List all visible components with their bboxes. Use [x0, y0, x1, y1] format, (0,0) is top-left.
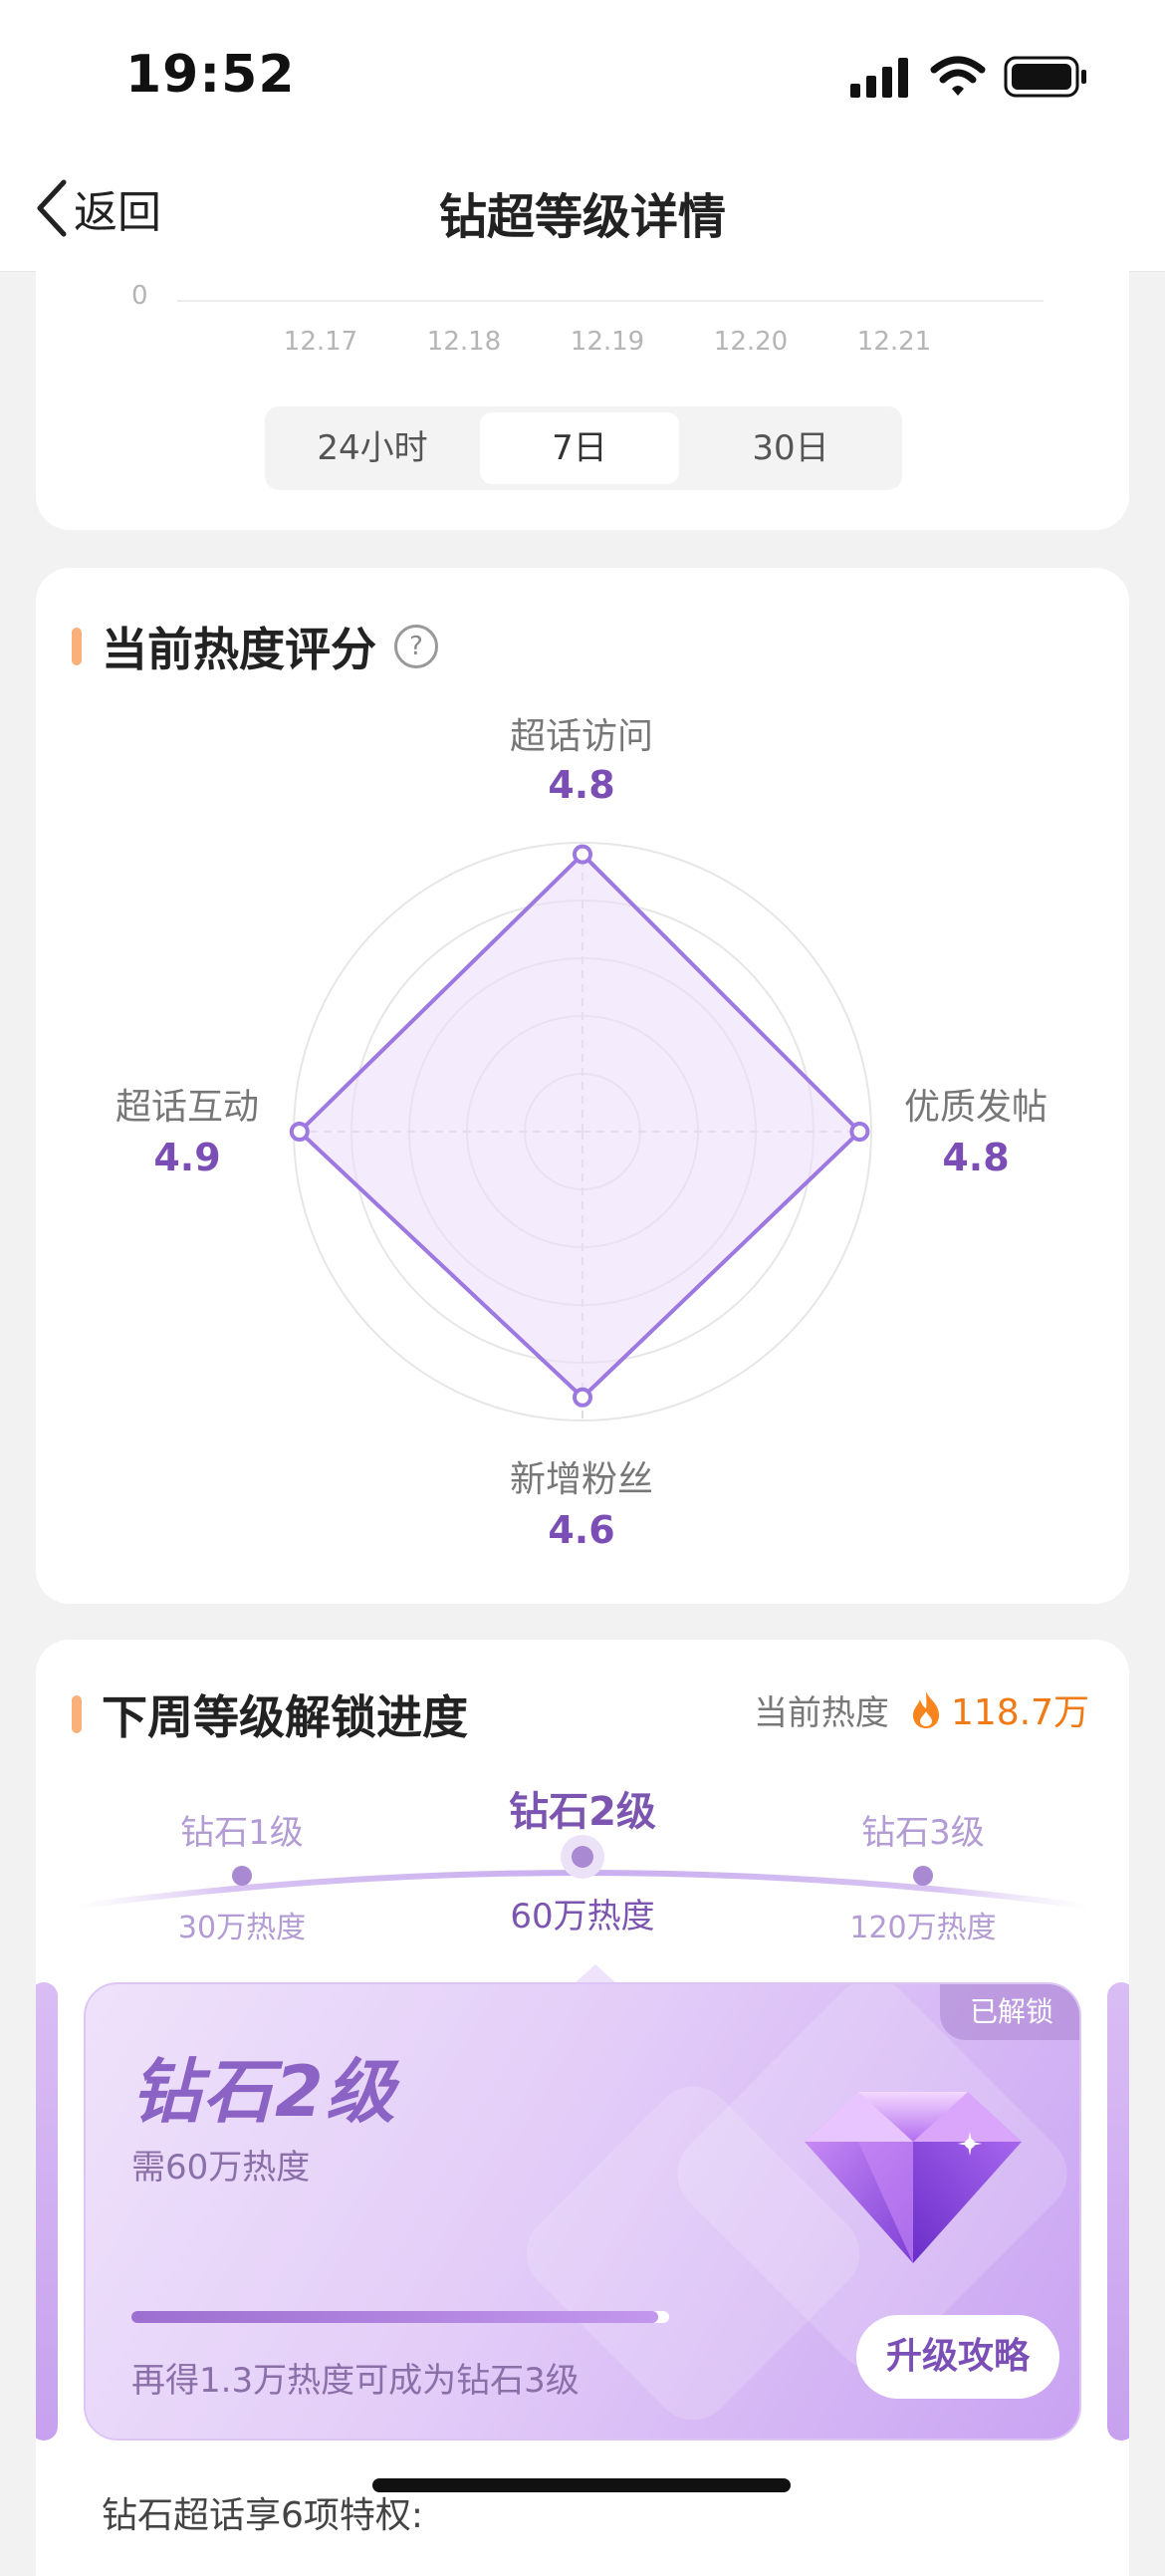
radar-value-fans: 4.6 — [548, 1508, 615, 1552]
card-level-requirement: 需60万热度 — [131, 2148, 311, 2188]
x-axis-line — [177, 300, 1044, 302]
level-card-pointer — [574, 1964, 617, 1984]
next-level-card[interactable] — [1107, 1982, 1129, 2441]
level-dot-current — [572, 1846, 593, 1868]
level-card: 已解锁 钻石2级 需60万热度 再得1.3万热度可成为钻石3级 升级攻略 — [84, 1982, 1081, 2441]
privileges-title: 钻石超话享6项特权: — [102, 2495, 424, 2536]
radar-label-posts: 优质发帖 — [903, 1087, 1048, 1128]
level-dot — [232, 1866, 252, 1886]
x-tick-label: 12.21 — [856, 327, 932, 357]
radar-series-area — [297, 852, 862, 1400]
radar-value-interaction: 4.9 — [153, 1136, 221, 1179]
heat-score-card: 当前热度评分 ? 超话访问 4.8 优质发帖 4.8 新增粉丝 4.6 超话互动… — [36, 568, 1129, 1604]
status-time: 19:52 — [125, 45, 296, 105]
x-tick-label: 12.20 — [713, 327, 789, 357]
level-name-1[interactable]: 钻石1级 — [122, 1805, 361, 1854]
level-progress-text: 再得1.3万热度可成为钻石3级 — [131, 2361, 580, 2401]
wifi-icon — [930, 56, 986, 96]
page-title: 钻超等级详情 — [438, 189, 726, 245]
x-tick-label: 12.19 — [570, 327, 645, 357]
radar-label-visits: 超话访问 — [509, 716, 653, 757]
radar-point-2 — [573, 1387, 592, 1408]
level-progress-fill — [131, 2311, 659, 2323]
home-indicator — [372, 2478, 791, 2492]
level-name-2[interactable]: 钻石2级 — [463, 1779, 702, 1837]
x-tick-label: 12.17 — [283, 327, 358, 357]
radar-value-visits: 4.8 — [548, 763, 615, 807]
range-tab-group: 24小时 7日 30日 — [265, 406, 902, 490]
x-tick-label: 12.18 — [426, 327, 502, 357]
level-dot — [913, 1866, 933, 1886]
radar-value-posts: 4.8 — [942, 1136, 1010, 1179]
y-axis-zero-label: 0 — [131, 281, 148, 311]
radar-label-interaction: 超话互动 — [115, 1087, 259, 1128]
radar-point-0 — [573, 844, 592, 865]
level-heat-1: 30万热度 — [177, 1911, 307, 1945]
card-level-title: 钻石2级 — [131, 2051, 397, 2133]
tab-30d[interactable]: 30日 — [685, 412, 896, 484]
trend-chart-card: 0 12.17 12.18 12.19 12.20 12.21 24小时 7日 … — [36, 239, 1129, 530]
battery-icon — [1004, 56, 1086, 98]
level-unlock-card: 下周等级解锁进度 当前热度 118.7万 钻石1级 30万热度 钻石2级 60万… — [36, 1640, 1129, 2576]
tab-24h[interactable]: 24小时 — [271, 412, 474, 484]
diamond-gem-icon — [805, 2092, 1022, 2263]
level-heat-3: 120万热度 — [849, 1911, 997, 1945]
unlocked-badge: 已解锁 — [939, 1984, 1079, 2040]
cellular-signal-icon — [850, 58, 908, 98]
level-heat-2: 60万热度 — [510, 1897, 655, 1936]
tab-7d[interactable]: 7日 — [480, 412, 679, 484]
level-name-3[interactable]: 钻石3级 — [804, 1805, 1043, 1854]
level-progress-bar — [131, 2311, 669, 2323]
radar-label-fans: 新增粉丝 — [509, 1459, 653, 1500]
radar-point-1 — [849, 1122, 870, 1142]
status-bar: 19:52 — [0, 0, 1165, 149]
prev-level-card[interactable] — [36, 1982, 58, 2441]
upgrade-guide-button[interactable]: 升级攻略 — [856, 2315, 1059, 2399]
